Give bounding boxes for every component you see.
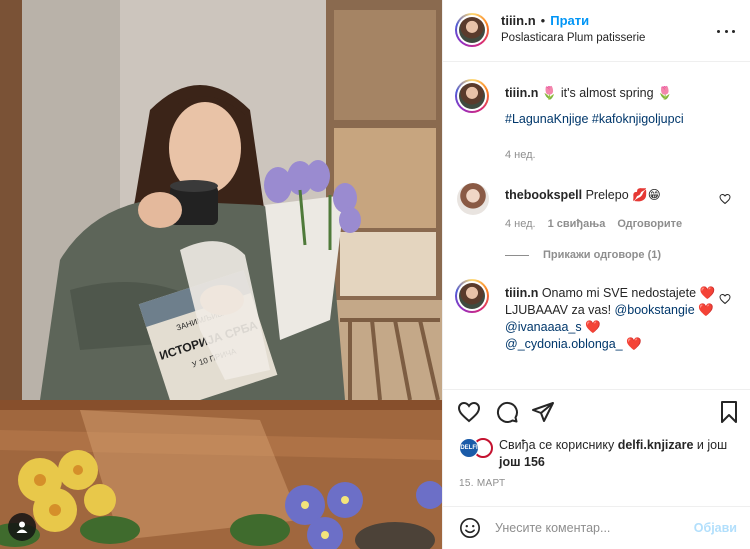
- caption-hashtags[interactable]: #LagunaKnjige #kafoknjigoljupci: [505, 112, 684, 126]
- comment-text: Prelepo 💋😁: [585, 188, 661, 202]
- mention-link[interactable]: @_cydonia.oblonga_: [505, 337, 623, 351]
- follow-button[interactable]: Прати: [550, 13, 589, 28]
- post-side-panel: tiiin.n • Прати Poslasticara Plum patisser…: [442, 0, 750, 549]
- comments-list: tiiin.n 🌷 it's almost spring 🌷 #LagunaKn…: [443, 63, 750, 388]
- view-replies-button[interactable]: Прикажи одговоре (1): [505, 249, 661, 261]
- post-actions: [443, 389, 750, 429]
- caption-avatar[interactable]: [455, 79, 489, 113]
- caption-text: 🌷 it's almost spring 🌷: [541, 86, 673, 100]
- comment-input[interactable]: [495, 515, 685, 541]
- comment-item: tiiin.n Onamo mi SVE nedostajete ❤️ LJUB…: [455, 279, 739, 388]
- like-comment-heart-icon[interactable]: [719, 293, 731, 305]
- likes-summary[interactable]: DELFI Свиђа се кориснику delfi.knjizare …: [459, 434, 749, 474]
- comment-text: LJUBAAAV za vas!: [505, 303, 612, 317]
- liker-avatar-delfi[interactable]: DELFI: [459, 438, 479, 458]
- caption: tiiin.n 🌷 it's almost spring 🌷 #LagunaKn…: [455, 79, 739, 179]
- post-header: tiiin.n • Прати Poslasticara Plum patisser…: [443, 0, 750, 62]
- post-image: ЗАНИМЉИВА ИСТОРИЈА СРБА У 10 ПРИЧА: [0, 0, 442, 549]
- more-options-icon[interactable]: [717, 23, 735, 39]
- comment-text: Onamo mi SVE nedostajete: [541, 286, 697, 300]
- emoji-icon[interactable]: [459, 517, 481, 539]
- comment-username[interactable]: tiiin.n: [505, 286, 538, 300]
- commenter-avatar[interactable]: [455, 279, 489, 313]
- post-comment-button[interactable]: Објави: [694, 521, 737, 535]
- add-comment-bar: Објави: [443, 506, 750, 549]
- caption-time[interactable]: 4 нед.: [505, 149, 536, 161]
- heart-emoji: ❤️: [585, 320, 601, 334]
- likes-middle: и још: [696, 438, 728, 452]
- reply-button[interactable]: Одговорите: [617, 218, 682, 230]
- mention-link[interactable]: @bookstangie: [615, 303, 695, 317]
- likes-prefix: Свиђа се кориснику: [499, 438, 615, 452]
- bookmark-icon[interactable]: [717, 400, 741, 424]
- author-username[interactable]: tiiin.n: [501, 13, 536, 28]
- like-heart-icon[interactable]: [457, 400, 481, 424]
- like-comment-heart-icon[interactable]: [719, 193, 731, 205]
- comment-time[interactable]: 4 нед.: [505, 218, 536, 230]
- share-paper-plane-icon[interactable]: [531, 400, 555, 424]
- view-replies-label: Прикажи одговоре (1): [543, 249, 662, 261]
- location-link[interactable]: Poslasticara Plum patisserie: [501, 32, 711, 44]
- heart-emoji: ❤️: [698, 303, 714, 317]
- author-avatar[interactable]: [455, 13, 489, 47]
- user-icon: [16, 521, 28, 533]
- comment-bubble-icon[interactable]: [495, 400, 519, 424]
- tagged-users-button[interactable]: [8, 513, 36, 541]
- comment-likes-count[interactable]: 1 свиђања: [548, 218, 606, 230]
- caption-username[interactable]: tiiin.n: [505, 86, 538, 100]
- heart-emoji: ❤️: [626, 337, 642, 351]
- post-date[interactable]: 15. МАРТ: [459, 478, 505, 489]
- likes-count[interactable]: још 156: [499, 455, 545, 469]
- liker-username[interactable]: delfi.knjizare: [618, 438, 694, 452]
- heart-emoji: ❤️: [699, 286, 716, 300]
- mention-link[interactable]: @ivanaaaa_s: [505, 320, 582, 334]
- comment-username[interactable]: thebookspell: [505, 188, 582, 202]
- post-photo[interactable]: ЗАНИМЉИВА ИСТОРИЈА СРБА У 10 ПРИЧА: [0, 0, 442, 549]
- commenter-avatar[interactable]: [457, 183, 489, 215]
